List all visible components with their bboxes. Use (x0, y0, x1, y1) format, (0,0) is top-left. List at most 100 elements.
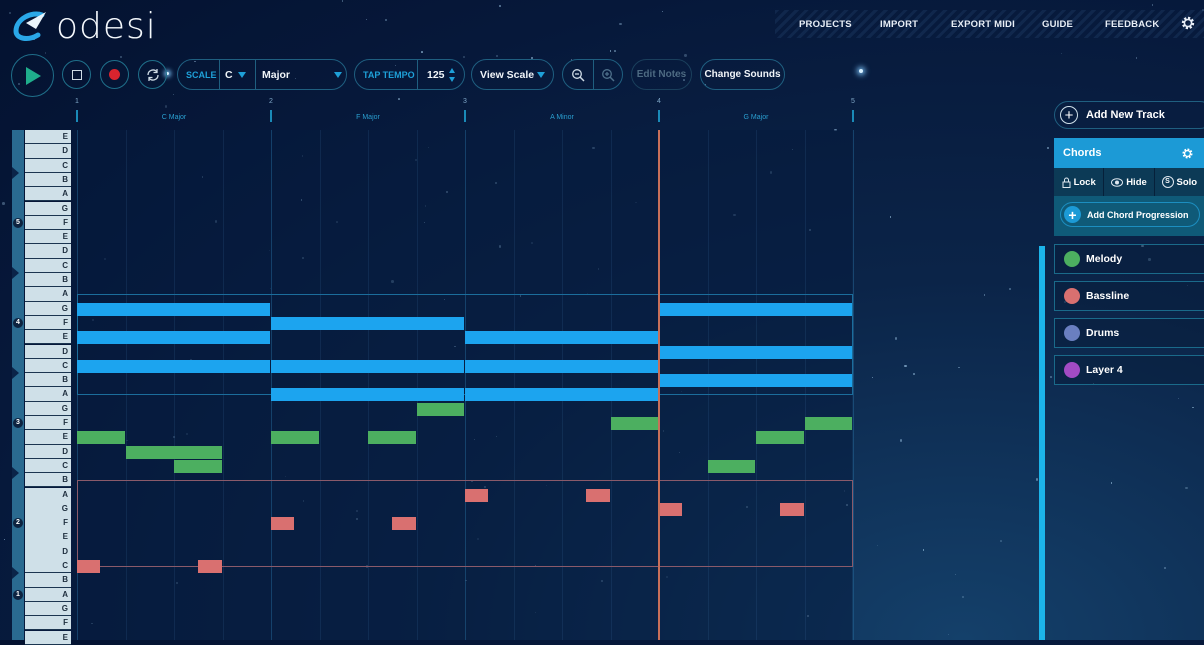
chord-note[interactable] (77, 359, 270, 373)
piano-key[interactable]: F (25, 315, 71, 331)
bassline-note[interactable] (77, 560, 101, 573)
zoom-in-icon[interactable] (601, 68, 615, 82)
tempo-value[interactable]: 125 (427, 69, 445, 81)
piano-key[interactable]: D (25, 444, 71, 459)
bassline-note[interactable] (198, 560, 222, 573)
piano-key[interactable]: B (25, 172, 71, 188)
piano-key[interactable]: F (25, 215, 71, 231)
piano-key[interactable]: D (25, 244, 71, 259)
piano-key[interactable]: G (25, 301, 71, 316)
chord-note[interactable] (271, 388, 464, 402)
piano-key[interactable]: F (25, 416, 71, 431)
piano-key[interactable]: C (25, 358, 71, 374)
piano-key[interactable]: B (25, 273, 71, 288)
piano-key[interactable]: B (25, 373, 71, 388)
tempo-stepper-icon[interactable] (448, 67, 456, 83)
bassline-note[interactable] (586, 488, 610, 502)
piano-key[interactable]: A (25, 487, 71, 502)
view-scale-dropdown[interactable]: View Scale (471, 59, 554, 90)
piano-key[interactable]: E (25, 430, 71, 445)
piano-key[interactable]: B (25, 573, 71, 588)
melody-note[interactable] (756, 431, 804, 445)
piano-key[interactable]: C (25, 158, 71, 173)
edit-notes-button[interactable]: Edit Notes (631, 59, 692, 90)
melody-note[interactable] (707, 459, 755, 473)
chord-note[interactable] (77, 331, 270, 345)
bassline-note[interactable] (659, 502, 683, 516)
play-button[interactable] (11, 54, 54, 97)
piano-key[interactable]: C (25, 258, 71, 273)
playhead[interactable] (658, 130, 660, 640)
piano-key[interactable]: E (25, 530, 71, 545)
chord-note[interactable] (77, 302, 270, 316)
piano-key[interactable]: A (25, 587, 71, 602)
scale-key-dropdown[interactable]: C (225, 69, 246, 81)
chord-label[interactable]: F Major (271, 114, 465, 121)
scale-mode-dropdown[interactable]: Major (262, 69, 342, 81)
selected-track-header[interactable]: Chords (1054, 138, 1204, 168)
piano-key[interactable]: C (25, 458, 71, 474)
melody-note[interactable] (610, 417, 658, 430)
piano-key[interactable]: A (25, 187, 71, 202)
record-button[interactable] (100, 60, 129, 89)
chord-note[interactable] (659, 345, 852, 359)
piano-key[interactable]: F (25, 616, 71, 631)
add-new-track-button[interactable]: + Add New Track (1054, 101, 1204, 129)
bassline-note[interactable] (392, 517, 416, 531)
chord-label[interactable]: C Major (77, 114, 271, 121)
melody-note[interactable] (174, 459, 222, 473)
melody-note[interactable] (125, 445, 222, 459)
chord-label[interactable]: A Minor (465, 114, 659, 121)
track-item[interactable]: Bassline (1054, 281, 1204, 311)
chord-note[interactable] (659, 302, 852, 316)
track-item[interactable]: Drums (1054, 318, 1204, 348)
zoom-out-icon[interactable] (571, 68, 585, 82)
chord-note[interactable] (465, 359, 658, 373)
piano-key[interactable]: C (25, 559, 71, 574)
change-sounds-button[interactable]: Change Sounds (700, 59, 785, 90)
piano-key[interactable]: E (25, 630, 71, 645)
piano-key[interactable]: A (25, 287, 71, 302)
melody-note[interactable] (368, 431, 416, 445)
track-settings-gear-icon[interactable] (1181, 147, 1194, 160)
nav-guide[interactable]: GUIDE (1042, 19, 1073, 30)
chord-note[interactable] (271, 316, 464, 330)
chord-note[interactable] (659, 374, 852, 388)
melody-note[interactable] (804, 417, 852, 430)
stop-button[interactable] (62, 60, 91, 89)
piano-key[interactable]: A (25, 387, 71, 402)
melody-note[interactable] (77, 431, 125, 445)
chord-note[interactable] (465, 331, 658, 345)
piano-key[interactable]: E (25, 130, 71, 145)
chord-note[interactable] (271, 359, 464, 373)
loop-button[interactable] (138, 60, 167, 89)
app-logo[interactable]: odesi (12, 6, 157, 47)
track-list-scrollbar[interactable] (1039, 246, 1045, 640)
hide-button[interactable]: Hide (1104, 168, 1155, 196)
piano-key[interactable]: F (25, 516, 71, 531)
piano-key[interactable]: D (25, 544, 71, 559)
chord-note[interactable] (465, 388, 658, 402)
piano-key[interactable]: G (25, 501, 71, 517)
nav-feedback[interactable]: FEEDBACK (1105, 19, 1159, 30)
piano-key[interactable]: E (25, 230, 71, 245)
nav-projects[interactable]: PROJECTS (799, 19, 852, 30)
chord-label[interactable]: G Major (659, 114, 853, 121)
melody-note[interactable] (416, 402, 464, 416)
piano-key[interactable]: D (25, 144, 71, 159)
piano-key[interactable]: G (25, 401, 71, 416)
bassline-note[interactable] (271, 517, 295, 531)
nav-import[interactable]: IMPORT (880, 19, 918, 30)
lock-button[interactable]: Lock (1054, 168, 1105, 196)
piano-key[interactable]: B (25, 473, 71, 488)
bassline-note[interactable] (780, 502, 804, 516)
bassline-note[interactable] (465, 488, 489, 502)
melody-note[interactable] (271, 431, 319, 445)
track-item[interactable]: Layer 4 (1054, 355, 1204, 385)
nav-export-midi[interactable]: EXPORT MIDI (951, 19, 1015, 30)
piano-key[interactable]: E (25, 330, 71, 345)
track-item[interactable]: Melody (1054, 244, 1204, 274)
settings-gear-icon[interactable] (1180, 15, 1196, 31)
piano-key[interactable]: G (25, 201, 71, 216)
piano-key[interactable]: D (25, 344, 71, 359)
